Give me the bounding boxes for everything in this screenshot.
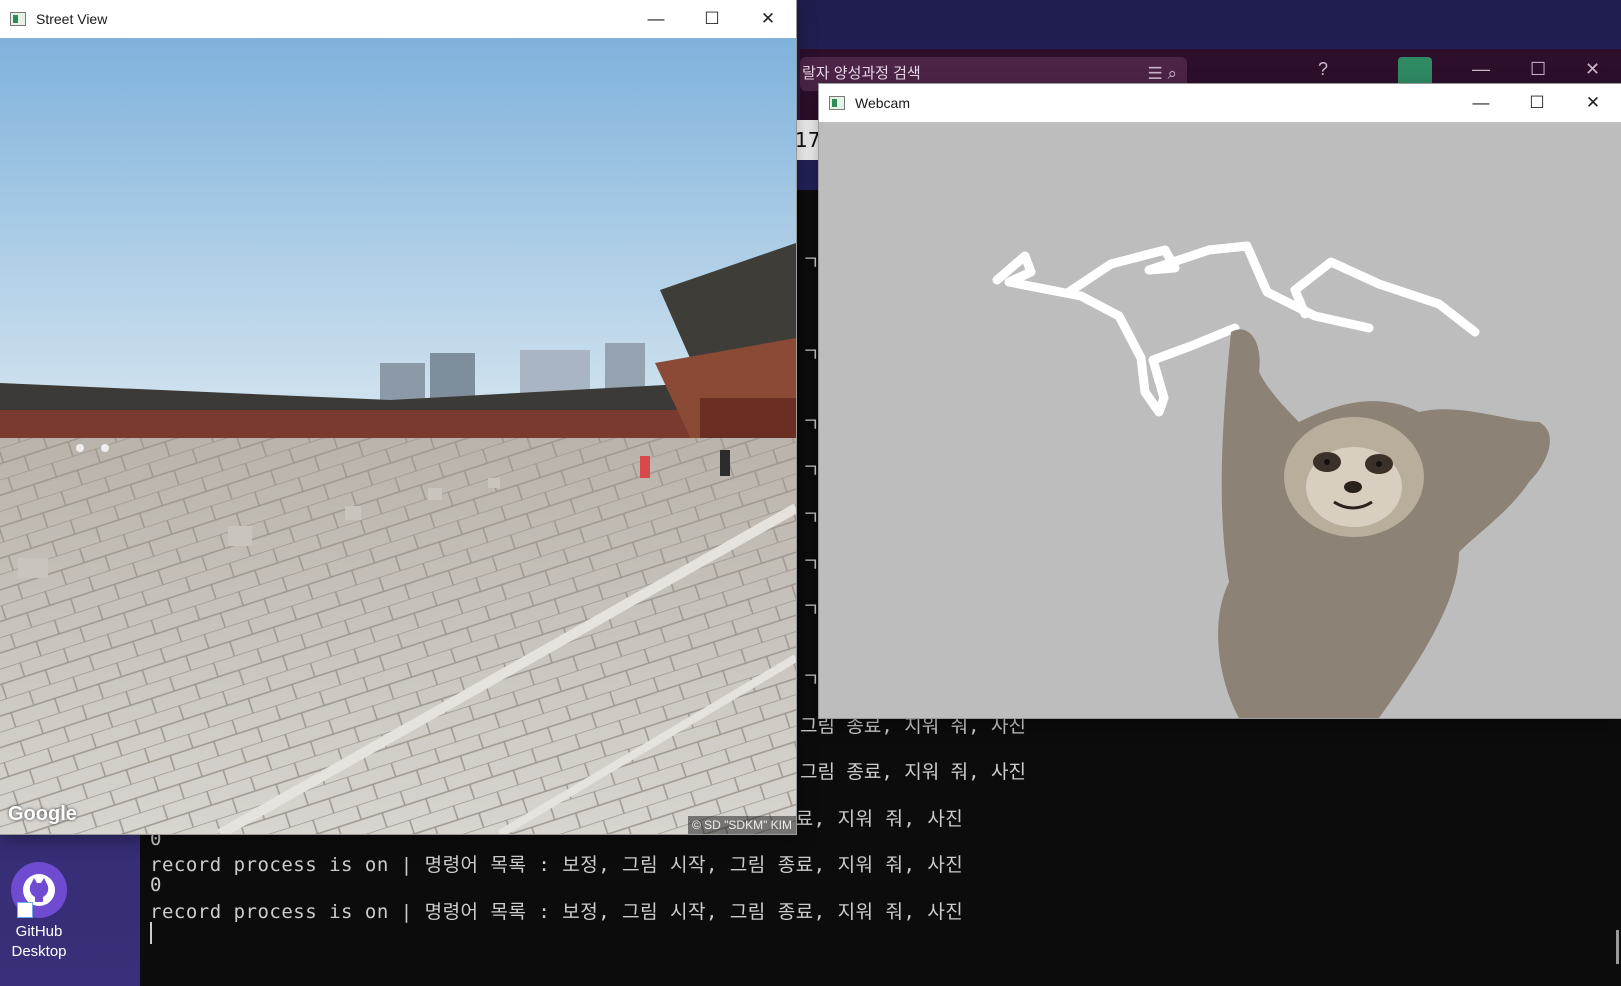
terminal-partial-glyph: ㄱ (802, 507, 820, 529)
minimize-button[interactable]: — (628, 0, 684, 38)
street-view-panorama[interactable]: Google © SD "SDKM" KIM (0, 38, 796, 834)
webcam-canvas[interactable] (819, 122, 1621, 718)
github-desktop-shortcut[interactable]: GitHub Desktop (4, 862, 74, 962)
terminal-line: 0 (150, 874, 162, 896)
terminal-partial-glyph: ㄱ (802, 252, 820, 274)
maximize-button[interactable]: ☐ (1509, 84, 1565, 122)
terminal-cursor (150, 922, 152, 944)
maximize-button[interactable]: ☐ (684, 0, 740, 38)
bg-minimize-icon[interactable]: — (1472, 59, 1490, 80)
background-partial-number: 17 (795, 120, 821, 160)
minimize-button[interactable]: — (1453, 84, 1509, 122)
webcam-titlebar[interactable]: Webcam — ☐ ✕ (819, 84, 1621, 122)
close-button[interactable]: ✕ (740, 0, 796, 38)
window-app-icon (829, 96, 845, 110)
shortcut-arrow-icon (17, 902, 33, 918)
street-view-title: Street View (36, 11, 108, 27)
github-icon (11, 862, 67, 918)
terminal-partial-glyph: ㄱ (802, 460, 820, 482)
window-app-icon (10, 12, 26, 26)
image-copyright: © SD "SDKM" KIM (687, 816, 796, 834)
terminal-partial-glyph: ㄱ (802, 414, 820, 436)
terminal-scrollbar[interactable] (1616, 930, 1619, 964)
palace-courtyard-image (0, 38, 796, 834)
google-watermark: Google (8, 803, 77, 825)
webcam-title: Webcam (855, 95, 910, 111)
webcam-drawing (992, 241, 1550, 718)
webcam-window[interactable]: Webcam — ☐ ✕ (819, 84, 1621, 718)
terminal-partial-glyph: ㄱ (802, 599, 820, 621)
street-view-window[interactable]: Street View — ☐ ✕ Google © SD "SDKM" KIM (0, 0, 796, 834)
terminal-partial-glyph: ㄱ (802, 344, 820, 366)
close-button[interactable]: ✕ (1565, 84, 1621, 122)
shortcut-label-line1: GitHub (15, 923, 63, 940)
background-search-text: 랄자 양성과정 검색 (802, 65, 921, 82)
terminal-partial-glyph: ㄱ (802, 669, 820, 691)
bg-maximize-icon[interactable]: ☐ (1530, 59, 1546, 80)
terminal-partial-glyph: ㄱ (802, 554, 820, 576)
terminal-line: record process is on | 명령어 목록 : 보정, 그림 시… (150, 854, 964, 876)
shortcut-label-line2: Desktop (11, 943, 67, 960)
street-view-titlebar[interactable]: Street View — ☐ ✕ (0, 0, 796, 38)
terminal-line-partial: 그림 종료, 지워 줘, 사진 (800, 761, 1026, 783)
help-icon[interactable]: ? (1318, 59, 1328, 80)
sloth-sticker (1218, 329, 1550, 718)
terminal-line: record process is on | 명령어 목록 : 보정, 그림 시… (150, 901, 964, 923)
bg-close-icon[interactable]: ✕ (1585, 59, 1600, 80)
